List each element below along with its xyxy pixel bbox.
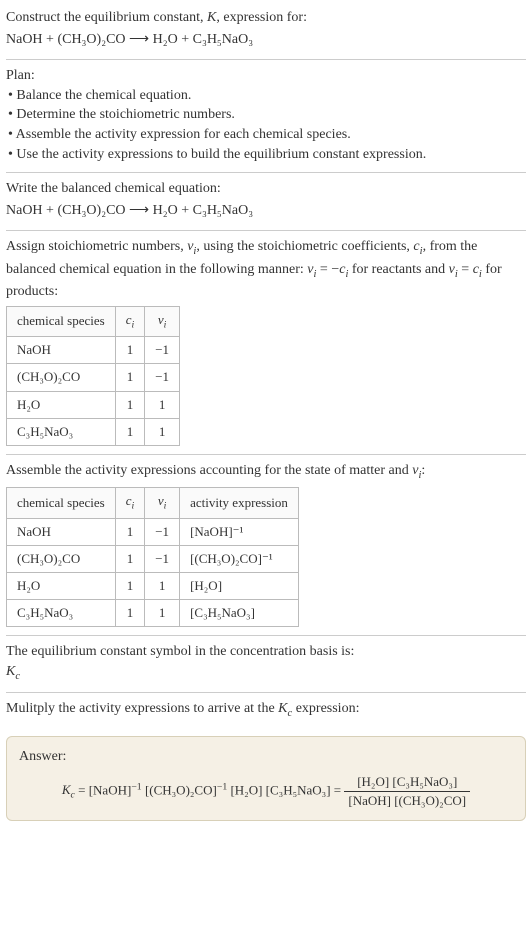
intro-text: Construct the equilibrium constant, K, e… xyxy=(6,8,526,28)
answer-label: Answer: xyxy=(19,747,513,767)
activity-section: Assemble the activity expressions accoun… xyxy=(6,461,526,636)
cell-c: 1 xyxy=(115,545,145,572)
cell-species: H₂O xyxy=(7,572,116,599)
cell-species: C₃H₅NaO₃ xyxy=(7,600,116,627)
cell-species: NaOH xyxy=(7,518,116,545)
plan-section: Plan: • Balance the chemical equation. •… xyxy=(6,66,526,173)
balanced-section: Write the balanced chemical equation: Na… xyxy=(6,179,526,231)
col-species: chemical species xyxy=(7,306,116,336)
col-expr: activity expression xyxy=(180,488,299,518)
intro-equation: NaOH + (CH₃O)₂CO ⟶ H₂O + C₃H₅NaO₃ xyxy=(6,30,526,50)
table-row: NaOH 1 −1 xyxy=(7,337,180,364)
col-ci: ci xyxy=(115,306,145,336)
cell-v: −1 xyxy=(145,337,180,364)
stoich-text: Assign stoichiometric numbers, νi, using… xyxy=(6,237,526,302)
cell-species: H₂O xyxy=(7,391,116,418)
cell-v: −1 xyxy=(145,518,180,545)
answer-box: Answer: Kc = [NaOH]−1 [(CH₃O)₂CO]−1 [H₂O… xyxy=(6,736,526,821)
stoich-table: chemical species ci νi NaOH 1 −1 (CH₃O)₂… xyxy=(6,306,180,446)
plan-item-3: • Assemble the activity expression for e… xyxy=(8,125,526,145)
intro-section: Construct the equilibrium constant, K, e… xyxy=(6,8,526,60)
multiply-text: Mulitply the activity expressions to arr… xyxy=(6,699,526,721)
balanced-heading: Write the balanced chemical equation: xyxy=(6,179,526,199)
cell-species: NaOH xyxy=(7,337,116,364)
plan-heading: Plan: xyxy=(6,66,526,86)
table-header-row: chemical species ci νi activity expressi… xyxy=(7,488,299,518)
cell-v: 1 xyxy=(145,600,180,627)
balanced-equation: NaOH + (CH₃O)₂CO ⟶ H₂O + C₃H₅NaO₃ xyxy=(6,201,526,221)
cell-species: C₃H₅NaO₃ xyxy=(7,418,116,445)
cell-expr: [(CH₃O)₂CO]⁻¹ xyxy=(180,545,299,572)
cell-c: 1 xyxy=(115,364,145,391)
table-row: H₂O 1 1 [H₂O] xyxy=(7,572,299,599)
table-row: (CH₃O)₂CO 1 −1 xyxy=(7,364,180,391)
stoich-section: Assign stoichiometric numbers, νi, using… xyxy=(6,237,526,455)
plan-item-2: • Determine the stoichiometric numbers. xyxy=(8,105,526,125)
cell-v: 1 xyxy=(145,418,180,445)
symbol-line1: The equilibrium constant symbol in the c… xyxy=(6,642,526,662)
col-vi: νi xyxy=(145,306,180,336)
table-row: H₂O 1 1 xyxy=(7,391,180,418)
table-row: C₃H₅NaO₃ 1 1 xyxy=(7,418,180,445)
plan-item-4: • Use the activity expressions to build … xyxy=(8,145,526,165)
activity-table: chemical species ci νi activity expressi… xyxy=(6,487,299,627)
symbol-line2: Kc xyxy=(6,662,526,684)
cell-v: 1 xyxy=(145,391,180,418)
answer-numerator: [H₂O] [C₃H₅NaO₃] xyxy=(344,773,470,792)
cell-c: 1 xyxy=(115,600,145,627)
table-row: NaOH 1 −1 [NaOH]⁻¹ xyxy=(7,518,299,545)
cell-v: 1 xyxy=(145,572,180,599)
cell-c: 1 xyxy=(115,391,145,418)
cell-expr: [C₃H₅NaO₃] xyxy=(180,600,299,627)
col-species: chemical species xyxy=(7,488,116,518)
cell-species: (CH₃O)₂CO xyxy=(7,545,116,572)
table-row: (CH₃O)₂CO 1 −1 [(CH₃O)₂CO]⁻¹ xyxy=(7,545,299,572)
answer-equation: Kc = [NaOH]−1 [(CH₃O)₂CO]−1 [H₂O] [C₃H₅N… xyxy=(19,773,513,810)
symbol-section: The equilibrium constant symbol in the c… xyxy=(6,642,526,693)
answer-denominator: [NaOH] [(CH₃O)₂CO] xyxy=(344,792,470,810)
activity-heading: Assemble the activity expressions accoun… xyxy=(6,461,526,483)
table-header-row: chemical species ci νi xyxy=(7,306,180,336)
col-vi: νi xyxy=(145,488,180,518)
cell-c: 1 xyxy=(115,337,145,364)
cell-species: (CH₃O)₂CO xyxy=(7,364,116,391)
plan-item-1: • Balance the chemical equation. xyxy=(8,86,526,106)
cell-c: 1 xyxy=(115,518,145,545)
cell-v: −1 xyxy=(145,545,180,572)
cell-expr: [H₂O] xyxy=(180,572,299,599)
cell-c: 1 xyxy=(115,572,145,599)
table-row: C₃H₅NaO₃ 1 1 [C₃H₅NaO₃] xyxy=(7,600,299,627)
cell-v: −1 xyxy=(145,364,180,391)
col-ci: ci xyxy=(115,488,145,518)
cell-c: 1 xyxy=(115,418,145,445)
multiply-section: Mulitply the activity expressions to arr… xyxy=(6,699,526,729)
cell-expr: [NaOH]⁻¹ xyxy=(180,518,299,545)
